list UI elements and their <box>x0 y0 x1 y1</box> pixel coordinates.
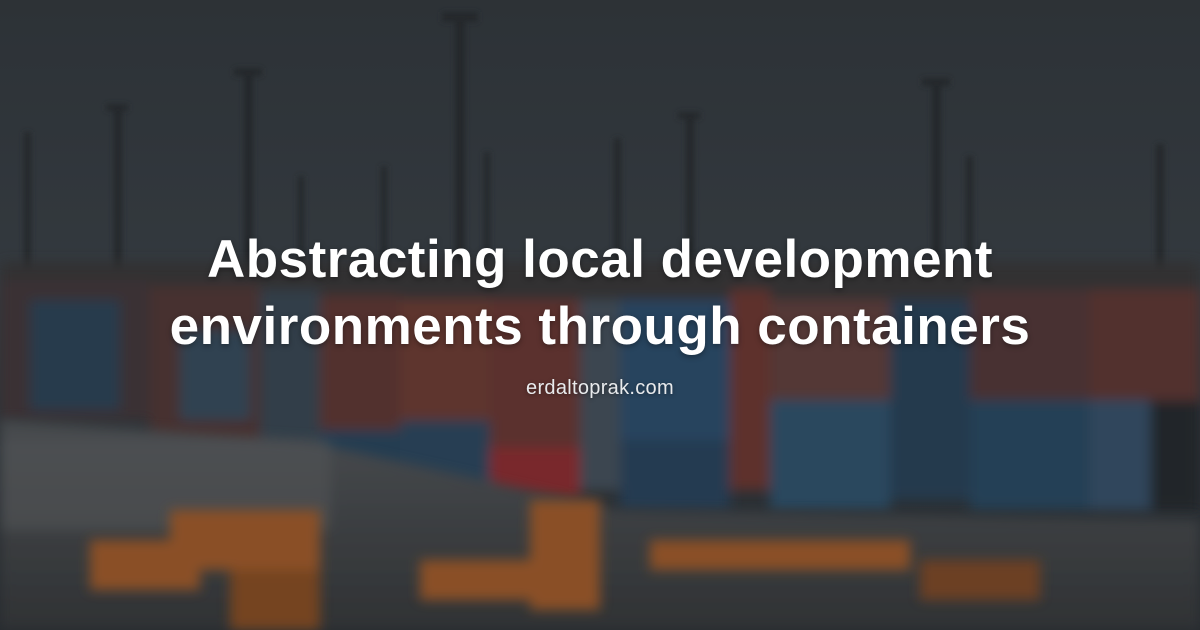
share-card: Abstracting local development environmen… <box>0 0 1200 630</box>
card-content: Abstracting local development environmen… <box>0 0 1200 630</box>
post-title: Abstracting local development environmen… <box>50 226 1150 360</box>
post-title-line-2: environments through containers <box>169 297 1031 356</box>
post-title-line-1: Abstracting local development <box>206 230 994 289</box>
site-domain: erdaltoprak.com <box>526 377 674 399</box>
